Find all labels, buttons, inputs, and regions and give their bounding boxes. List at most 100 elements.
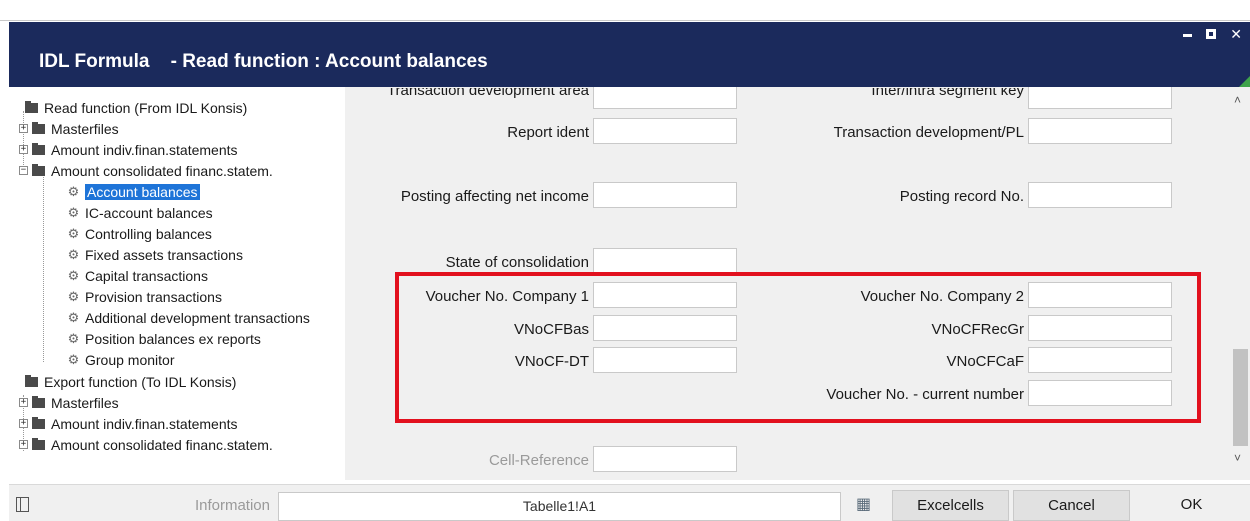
gear-icon: ⚙	[67, 183, 80, 199]
posting-affecting-net-income-input[interactable]	[593, 182, 737, 208]
folder-icon	[25, 100, 38, 113]
field-label-voucher-no-company-2: Voucher No. Company 2	[860, 288, 1024, 305]
tree-item-label: Provision transactions	[85, 288, 222, 305]
tree-item-label: Fixed assets transactions	[85, 246, 243, 263]
vnocf-dt-input[interactable]	[593, 347, 737, 373]
state-of-consolidation-input[interactable]	[593, 248, 737, 274]
tree-item-fixed-assets[interactable]: ⚙ Fixed assets transactions	[66, 244, 243, 265]
information-label: Information	[194, 497, 270, 514]
expand-icon[interactable]: +	[19, 419, 28, 428]
folder-icon	[25, 374, 38, 387]
chevron-down-icon[interactable]: ˅	[1234, 451, 1241, 465]
ok-button[interactable]: OK	[1133, 490, 1250, 521]
tree-item-label: Export function (To IDL Konsis)	[44, 373, 237, 390]
tree-item-export-amount-consolidated[interactable]: + Amount consolidated financ.statem.	[19, 434, 273, 455]
tree-item-export-function[interactable]: Export function (To IDL Konsis)	[25, 371, 236, 392]
vnocfbas-input[interactable]	[593, 315, 737, 341]
tree-item-ic-account-balances[interactable]: ⚙ IC-account balances	[66, 202, 213, 223]
voucher-no-company-1-input[interactable]	[593, 282, 737, 308]
tree-item-label: Position balances ex reports	[85, 330, 261, 347]
gear-icon: ⚙	[67, 267, 80, 283]
excel-select-icon[interactable]: ▦	[856, 494, 871, 514]
field-label-cell-reference: Cell-Reference	[488, 452, 589, 469]
tree-item-provision-transactions[interactable]: ⚙ Provision transactions	[66, 286, 222, 307]
tree-item-export-amount-indiv[interactable]: + Amount indiv.finan.statements	[19, 413, 238, 434]
folder-icon	[32, 437, 45, 450]
top-border	[0, 0, 1250, 21]
function-tree: Read function (From IDL Konsis) + Master…	[9, 87, 344, 477]
vnocfcaf-input[interactable]	[1028, 347, 1172, 373]
tree-item-label: Group monitor	[85, 351, 175, 368]
vertical-scrollbar[interactable]: ˄ ˅	[1230, 87, 1250, 480]
transaction-development-pl-input[interactable]	[1028, 118, 1172, 144]
gear-icon: ⚙	[67, 288, 80, 304]
inter-intra-segment-key-input[interactable]	[1028, 87, 1172, 109]
tree-item-label: Masterfiles	[51, 394, 119, 411]
tree-item-account-balances[interactable]: ⚙ Account balances	[66, 181, 200, 202]
excelcells-button[interactable]: Excelcells	[892, 490, 1009, 521]
tree-item-additional-development[interactable]: ⚙ Additional development transactions	[66, 307, 310, 328]
field-label-transaction-development-area: Transaction development area	[386, 88, 589, 98]
tree-line	[43, 177, 44, 362]
cancel-button[interactable]: Cancel	[1013, 490, 1130, 521]
field-label-vnocfrecgr: VNoCFRecGr	[931, 321, 1024, 338]
tree-item-label: Amount indiv.finan.statements	[51, 415, 238, 432]
tree-item-label: Capital transactions	[85, 267, 208, 284]
field-label-inter-intra-segment-key: Inter/intra segment key	[871, 88, 1024, 98]
field-label-vnocfcaf: VNoCFCaF	[946, 353, 1024, 370]
voucher-no-current-number-input[interactable]	[1028, 380, 1172, 406]
information-input[interactable]: Tabelle1!A1	[278, 492, 841, 521]
tree-item-amount-consolidated[interactable]: − Amount consolidated financ.statem.	[19, 160, 273, 181]
field-label-report-ident: Report ident	[507, 124, 589, 141]
folder-icon	[32, 163, 45, 176]
chevron-up-icon[interactable]: ˄	[1234, 93, 1241, 107]
tree-item-label: Account balances	[85, 183, 200, 200]
vnocfrecgr-input[interactable]	[1028, 315, 1172, 341]
tree-item-capital-transactions[interactable]: ⚙ Capital transactions	[66, 265, 208, 286]
field-label-vnocf-dt: VNoCF-DT	[514, 353, 589, 370]
tree-item-label: Amount consolidated financ.statem.	[51, 162, 273, 179]
tree-item-amount-indiv[interactable]: + Amount indiv.finan.statements	[19, 139, 238, 160]
tree-item-label: Controlling balances	[85, 225, 212, 242]
expand-icon[interactable]: +	[19, 398, 28, 407]
close-icon[interactable]: ✕	[1230, 26, 1242, 43]
gear-icon: ⚙	[67, 330, 80, 346]
gear-icon: ⚙	[67, 225, 80, 241]
tree-item-controlling-balances[interactable]: ⚙ Controlling balances	[66, 223, 212, 244]
tree-item-group-monitor[interactable]: ⚙ Group monitor	[66, 349, 175, 370]
minimize-icon[interactable]	[1183, 34, 1193, 37]
folder-icon	[32, 142, 45, 155]
voucher-no-company-2-input[interactable]	[1028, 282, 1172, 308]
field-label-voucher-no-company-1: Voucher No. Company 1	[425, 288, 589, 305]
gear-icon: ⚙	[67, 351, 80, 367]
collapse-icon[interactable]: −	[19, 166, 28, 175]
gear-icon: ⚙	[67, 246, 80, 262]
tree-item-label: Amount consolidated financ.statem.	[51, 436, 273, 453]
cell-reference-input[interactable]	[593, 446, 737, 472]
folder-icon	[32, 395, 45, 408]
tree-item-position-balances[interactable]: ⚙ Position balances ex reports	[66, 328, 261, 349]
field-label-state-of-consolidation: State of consolidation	[445, 254, 589, 271]
expand-icon[interactable]: +	[19, 124, 28, 133]
window-controls: ✕	[1183, 26, 1242, 43]
expand-icon[interactable]: +	[19, 145, 28, 154]
tree-item-label: Read function (From IDL Konsis)	[44, 99, 248, 116]
tree-item-label: Amount indiv.finan.statements	[51, 141, 238, 158]
tree-item-masterfiles[interactable]: + Masterfiles	[19, 118, 119, 139]
folder-icon	[32, 416, 45, 429]
transaction-development-area-input[interactable]	[593, 87, 737, 109]
field-label-posting-record-no: Posting record No.	[899, 188, 1024, 205]
posting-record-no-input[interactable]	[1028, 182, 1172, 208]
report-ident-input[interactable]	[593, 118, 737, 144]
window-title: IDL Formula - Read function : Account ba…	[39, 51, 488, 72]
tree-item-label: IC-account balances	[85, 204, 213, 221]
maximize-icon[interactable]	[1206, 29, 1217, 39]
tree-item-label: Masterfiles	[51, 120, 119, 137]
gear-icon: ⚙	[67, 204, 80, 220]
tree-item-read-function[interactable]: Read function (From IDL Konsis)	[25, 97, 247, 118]
tree-item-export-masterfiles[interactable]: + Masterfiles	[19, 392, 119, 413]
window-titlebar: IDL Formula - Read function : Account ba…	[9, 22, 1250, 87]
panel-toggle-icon[interactable]	[16, 497, 29, 512]
scroll-thumb[interactable]	[1233, 349, 1248, 446]
expand-icon[interactable]: +	[19, 440, 28, 449]
